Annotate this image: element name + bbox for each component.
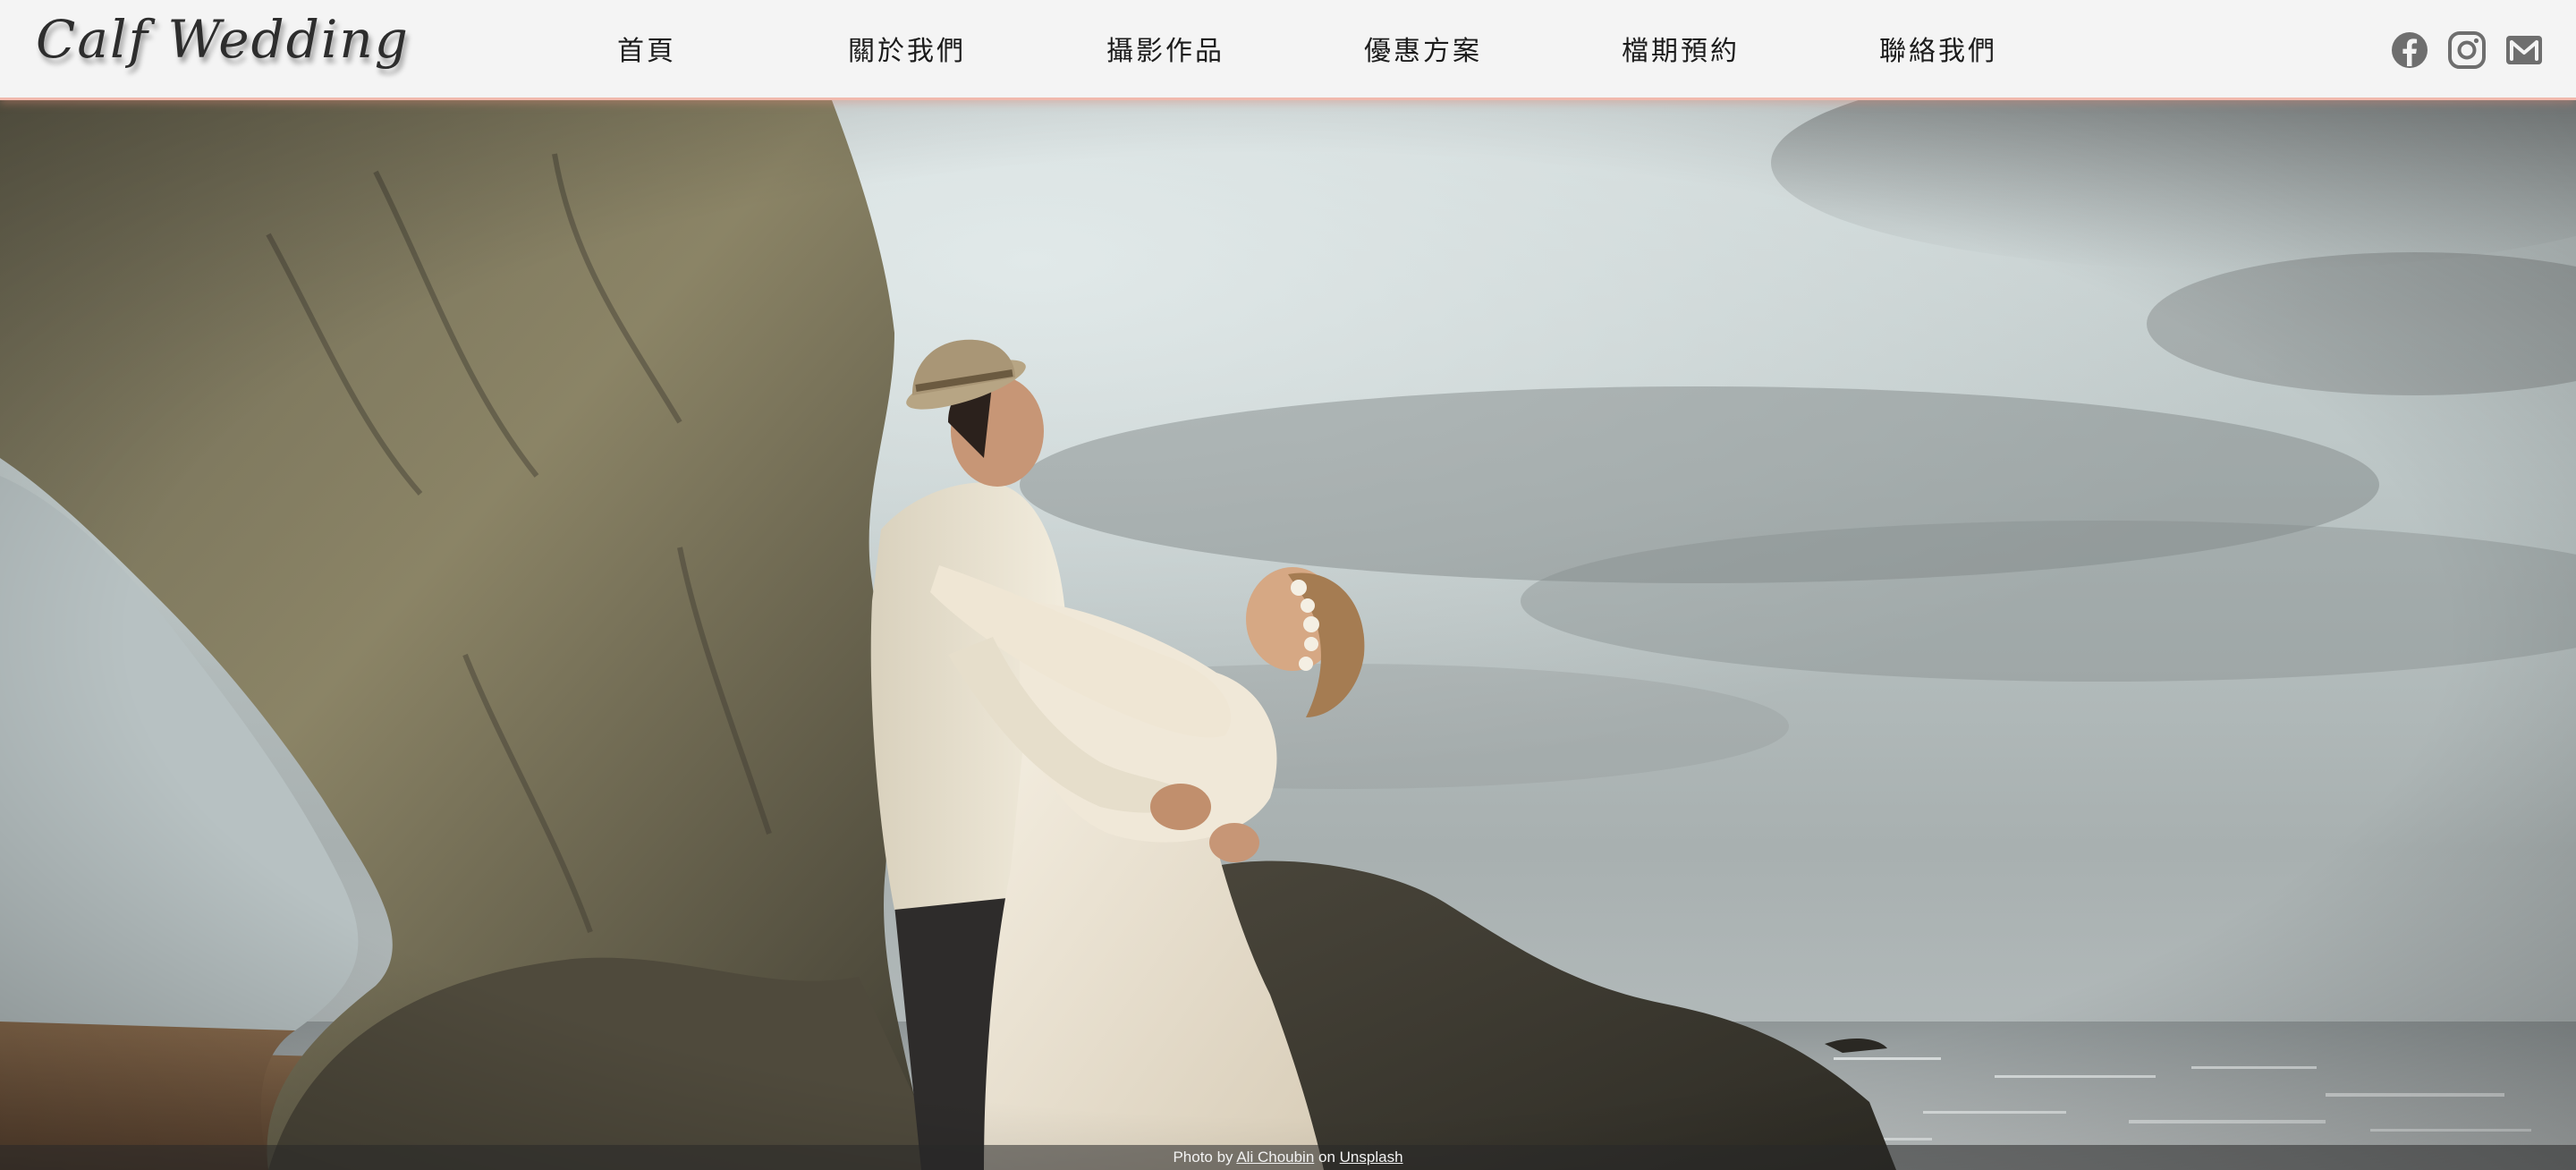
- credit-middle: on: [1314, 1149, 1340, 1166]
- credit-source-link[interactable]: Unsplash: [1340, 1149, 1403, 1166]
- nav-item-contact[interactable]: 聯絡我們: [1879, 29, 1997, 68]
- couple-on-beach-photo: [0, 100, 2576, 1170]
- mail-icon[interactable]: [2504, 30, 2544, 70]
- main-nav: 首頁 關於我們 攝影作品 優惠方案 檔期預約 聯絡我們: [0, 0, 2576, 97]
- photo-credit: Photo by Ali Choubin on Unsplash: [0, 1145, 2576, 1170]
- facebook-icon[interactable]: [2390, 30, 2429, 70]
- nav-item-about[interactable]: 關於我們: [848, 29, 966, 68]
- nav-item-booking[interactable]: 檔期預約: [1622, 29, 1740, 68]
- site-header: Calf Wedding 首頁 關於我們 攝影作品 優惠方案 檔期預約 聯絡我們: [0, 0, 2576, 100]
- hero-banner: Photo by Ali Choubin on Unsplash: [0, 100, 2576, 1170]
- nav-item-portfolio[interactable]: 攝影作品: [1106, 29, 1224, 68]
- credit-author-link[interactable]: Ali Choubin: [1236, 1149, 1314, 1166]
- nav-item-home[interactable]: 首頁: [617, 29, 676, 68]
- nav-item-offers[interactable]: 優惠方案: [1364, 29, 1482, 68]
- credit-prefix: Photo by: [1173, 1149, 1237, 1166]
- instagram-icon[interactable]: [2447, 30, 2487, 70]
